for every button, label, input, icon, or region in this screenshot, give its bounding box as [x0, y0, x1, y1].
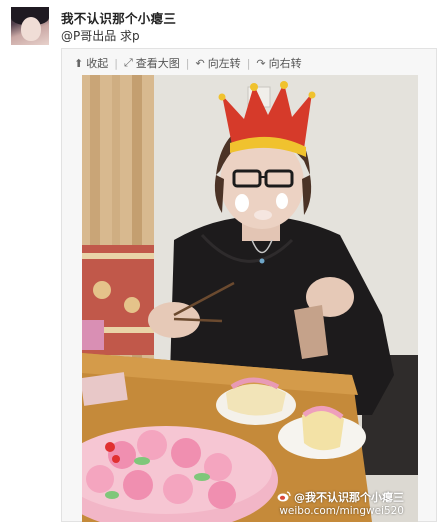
- rotate-left-label: 向左转: [207, 57, 241, 70]
- rotate-right-icon: ↷: [256, 56, 266, 70]
- rotate-left-button[interactable]: ↶ 向左转: [195, 55, 240, 71]
- weibo-logo-icon: [277, 491, 291, 502]
- toolbar-divider: |: [114, 56, 118, 70]
- rotate-right-label: 向右转: [268, 57, 302, 70]
- media-expanded-box: ⬆ 收起 | ⤢ 查看大图 | ↶ 向左转 | ↷ 向右转 @我不认识那个小瘪三…: [61, 48, 437, 522]
- collapse-button[interactable]: ⬆ 收起: [74, 55, 108, 71]
- view-large-image-label: 查看大图: [135, 57, 180, 70]
- photo-watermark: @我不认识那个小瘪三 weibo.com/mingwei520: [277, 491, 404, 518]
- weibo-post: 我不认识那个小瘪三 @P哥出品 求p ⬆ 收起 | ⤢ 查看大图 | ↶ 向左转…: [0, 0, 440, 525]
- collapse-label: 收起: [86, 57, 109, 70]
- view-large-image-button[interactable]: ⤢ 查看大图: [124, 55, 180, 71]
- toolbar-divider: |: [185, 56, 190, 70]
- watermark-name: @我不认识那个小瘪三: [294, 491, 404, 504]
- post-photo[interactable]: @我不认识那个小瘪三 weibo.com/mingwei520: [82, 75, 418, 522]
- collapse-up-icon: ⬆: [74, 56, 84, 70]
- post-username[interactable]: 我不认识那个小瘪三: [61, 8, 176, 27]
- toolbar-divider: |: [246, 56, 251, 70]
- post-text: @P哥出品 求p: [61, 29, 140, 43]
- rotate-left-icon: ↶: [195, 56, 205, 70]
- media-toolbar: ⬆ 收起 | ⤢ 查看大图 | ↶ 向左转 | ↷ 向右转: [74, 55, 302, 71]
- avatar[interactable]: [11, 7, 49, 45]
- watermark-url: weibo.com/mingwei520: [279, 505, 404, 517]
- enlarge-image-icon: ⤢: [123, 56, 133, 69]
- rotate-right-button[interactable]: ↷ 向右转: [256, 55, 301, 71]
